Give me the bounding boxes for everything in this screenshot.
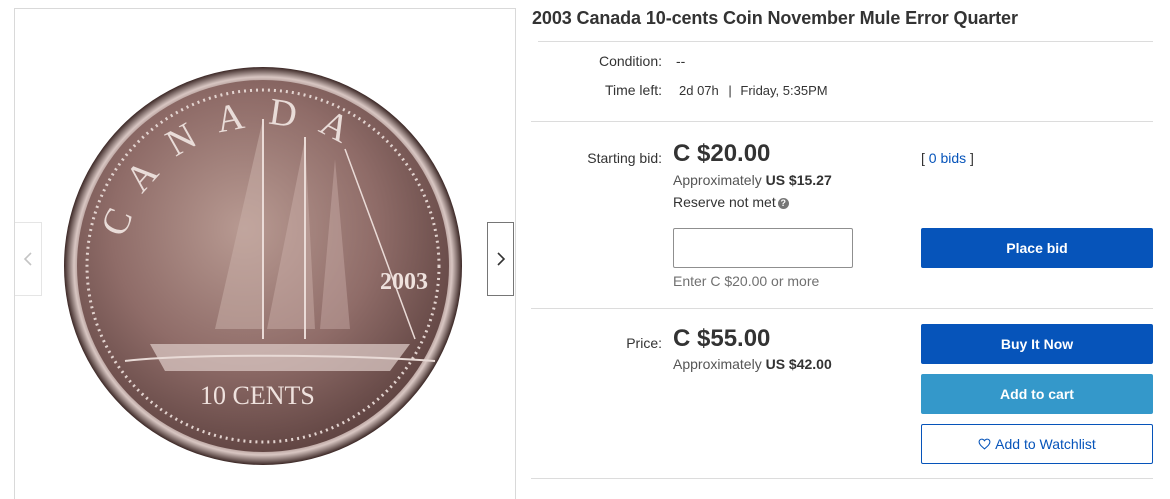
- condition-label: Condition:: [598, 53, 662, 69]
- starting-bid-label: Starting bid:: [587, 150, 662, 166]
- approx-prefix: Approximately: [673, 172, 762, 188]
- coin-year-text: 2003: [380, 269, 428, 295]
- divider: [538, 41, 1153, 42]
- divider: [531, 121, 1153, 122]
- buy-price-approx: Approximately US $42.00: [673, 356, 832, 372]
- divider: [531, 308, 1153, 309]
- chevron-right-icon: [496, 252, 505, 266]
- divider: [531, 478, 1153, 479]
- approx-value: US $15.27: [765, 172, 832, 188]
- time-left-separator: |: [728, 83, 732, 98]
- price-label: Price:: [626, 335, 662, 351]
- coin-denomination-text: 10 CENTS: [200, 381, 315, 410]
- listing-title: 2003 Canada 10-cents Coin November Mule …: [532, 8, 1018, 28]
- bids-bracket-close: ]: [970, 150, 974, 166]
- starting-bid-approx: Approximately US $15.27: [673, 172, 832, 188]
- time-left-label: Time left:: [604, 82, 662, 98]
- bid-hint: Enter C $20.00 or more: [673, 273, 820, 289]
- add-to-watchlist-label: Add to Watchlist: [995, 436, 1096, 452]
- gallery-next-button[interactable]: [487, 222, 514, 296]
- gallery-prev-button[interactable]: [15, 222, 42, 296]
- reserve-text: Reserve not met: [673, 194, 776, 210]
- chevron-left-icon: [23, 252, 32, 266]
- time-left-duration: 2d 07h: [679, 83, 719, 98]
- coin-image[interactable]: CANADA 2003 10 CENTS: [15, 9, 515, 499]
- bid-amount-input[interactable]: [673, 228, 853, 268]
- bids-count: [ 0 bids ]: [921, 150, 974, 166]
- condition-value: --: [676, 53, 686, 69]
- approx-prefix: Approximately: [673, 356, 762, 372]
- image-gallery: CANADA 2003 10 CENTS: [14, 8, 516, 499]
- bids-link[interactable]: 0 bids: [929, 150, 966, 166]
- end-time: Friday, 5:35PM: [740, 83, 828, 98]
- heart-icon: [978, 438, 991, 450]
- bids-bracket-open: [: [921, 150, 925, 166]
- add-to-cart-button[interactable]: Add to cart: [921, 374, 1153, 414]
- time-left-value: 2d 07h | Friday, 5:35PM: [679, 83, 828, 98]
- add-to-watchlist-button[interactable]: Add to Watchlist: [921, 424, 1153, 464]
- starting-bid-price: C $20.00: [673, 140, 771, 167]
- place-bid-button[interactable]: Place bid: [921, 228, 1153, 268]
- buy-it-now-button[interactable]: Buy It Now: [921, 324, 1153, 364]
- question-circle-icon[interactable]: ?: [777, 197, 789, 209]
- approx-value: US $42.00: [765, 356, 832, 372]
- buy-price: C $55.00: [673, 325, 771, 352]
- reserve-status: Reserve not met?: [673, 194, 789, 210]
